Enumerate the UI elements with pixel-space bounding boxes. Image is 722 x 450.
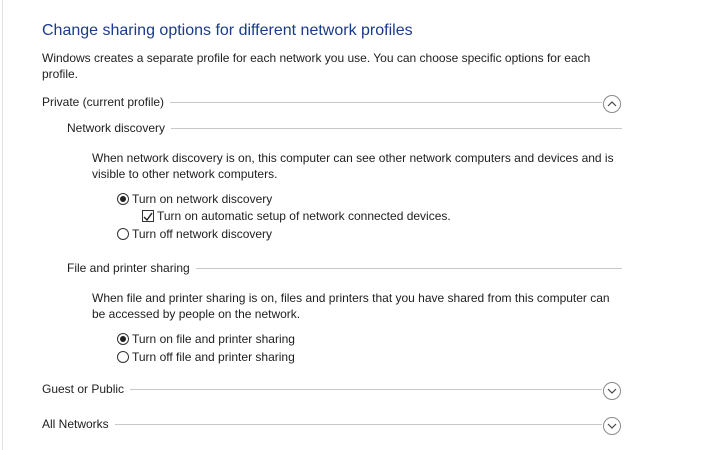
radio-turn-off-file-printer-sharing[interactable]: Turn off file and printer sharing bbox=[117, 350, 295, 364]
section-divider bbox=[114, 423, 602, 425]
chevron-down-icon bbox=[607, 388, 617, 394]
option-label: Turn on network discovery bbox=[132, 192, 273, 206]
expand-all-networks-button[interactable] bbox=[603, 417, 621, 435]
file-printer-description: When file and printer sharing is on, fil… bbox=[92, 291, 610, 321]
section-divider bbox=[130, 388, 602, 390]
radio-unselected-icon[interactable] bbox=[117, 228, 129, 240]
radio-selected-icon[interactable] bbox=[117, 333, 129, 345]
radio-unselected-icon[interactable] bbox=[117, 351, 129, 363]
checkbox-checked-icon[interactable] bbox=[142, 210, 154, 222]
section-label-all: All Networks bbox=[42, 417, 109, 431]
option-label: Turn on file and printer sharing bbox=[132, 332, 295, 346]
section-label-private: Private (current profile) bbox=[42, 95, 165, 109]
page-title: Change sharing options for different net… bbox=[42, 22, 413, 39]
section-divider bbox=[171, 127, 622, 129]
chevron-down-icon bbox=[607, 423, 617, 429]
subsection-label: File and printer sharing bbox=[67, 261, 190, 275]
option-label: Turn off file and printer sharing bbox=[132, 350, 295, 364]
subsection-header-network-discovery: Network discovery bbox=[67, 121, 622, 135]
radio-turn-off-network-discovery[interactable]: Turn off network discovery bbox=[117, 227, 272, 241]
option-label: Turn off network discovery bbox=[132, 227, 273, 241]
intro-text: Windows creates a separate profile for e… bbox=[42, 51, 591, 81]
section-divider bbox=[195, 267, 622, 269]
collapse-private-button[interactable] bbox=[603, 95, 621, 113]
checkmark-icon bbox=[143, 212, 153, 221]
radio-turn-on-file-printer-sharing[interactable]: Turn on file and printer sharing bbox=[117, 332, 295, 346]
option-label: Turn on automatic setup of network conne… bbox=[157, 209, 451, 223]
section-header-guest-public[interactable]: Guest or Public bbox=[42, 382, 602, 396]
section-label-guest: Guest or Public bbox=[42, 382, 125, 396]
radio-selected-icon[interactable] bbox=[117, 193, 129, 205]
section-header-private[interactable]: Private (current profile) bbox=[42, 95, 602, 109]
network-discovery-description: When network discovery is on, this compu… bbox=[92, 151, 614, 181]
expand-guest-public-button[interactable] bbox=[603, 382, 621, 400]
subsection-header-file-printer-sharing: File and printer sharing bbox=[67, 261, 622, 275]
subsection-label: Network discovery bbox=[67, 121, 166, 135]
checkbox-automatic-setup[interactable]: Turn on automatic setup of network conne… bbox=[142, 209, 451, 223]
section-divider bbox=[170, 101, 602, 103]
chevron-up-icon bbox=[607, 101, 617, 107]
window-left-edge bbox=[2, 0, 3, 450]
section-header-all-networks[interactable]: All Networks bbox=[42, 417, 602, 431]
radio-turn-on-network-discovery[interactable]: Turn on network discovery bbox=[117, 192, 272, 206]
